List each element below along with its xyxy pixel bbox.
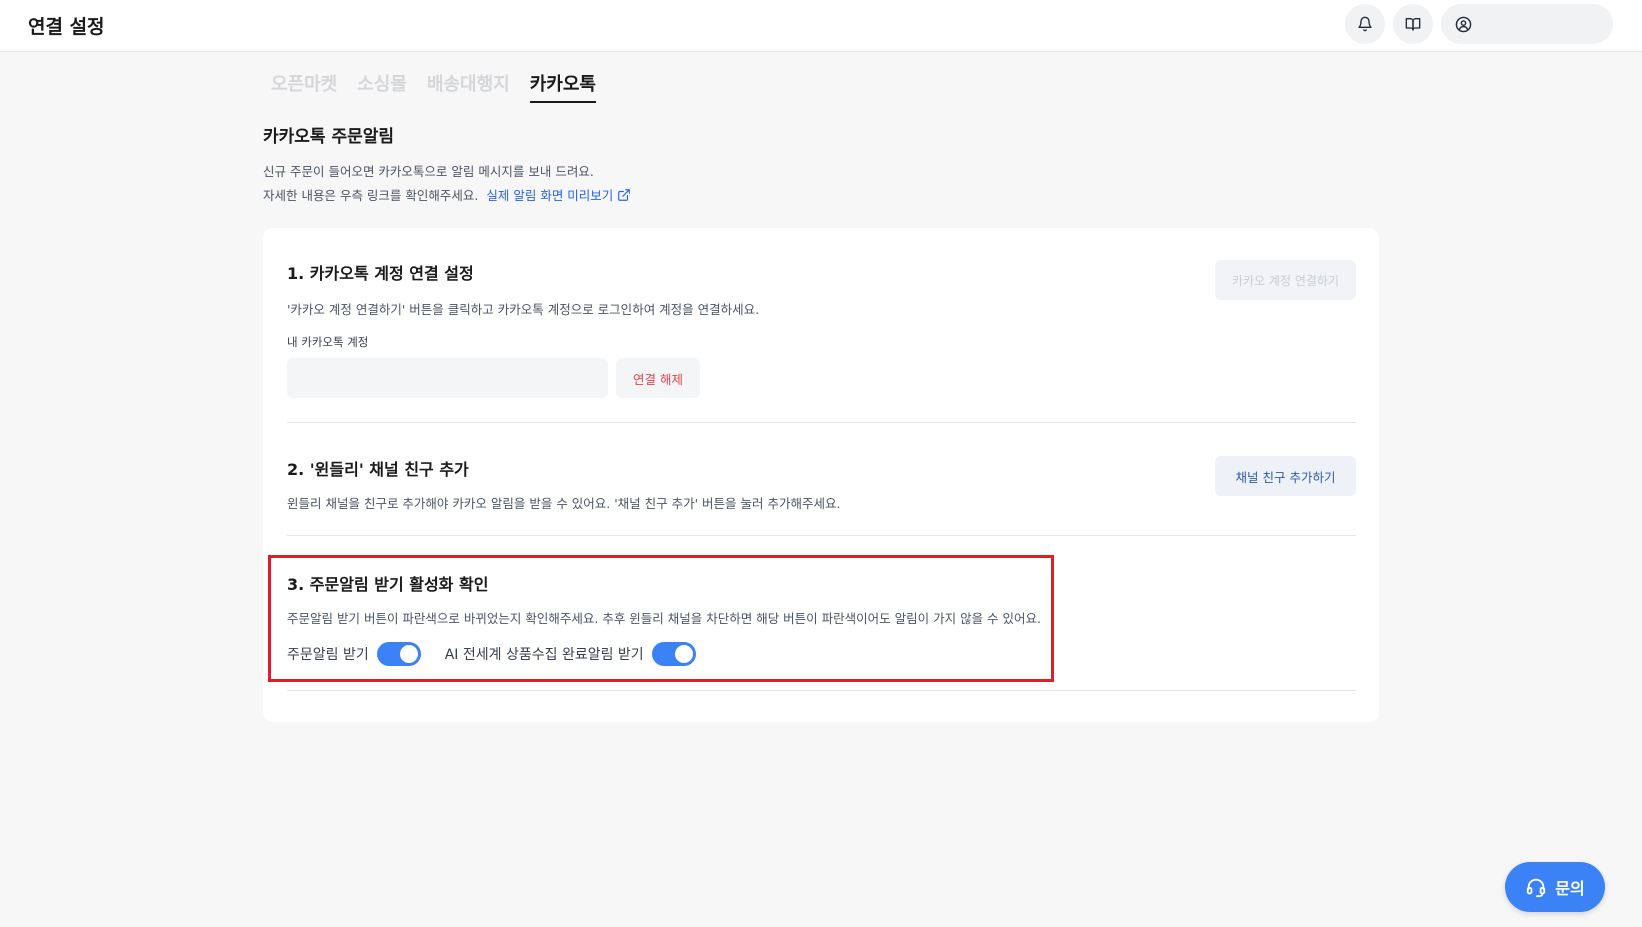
book-icon [1405, 18, 1421, 31]
tab-sourcing-mall[interactable]: 소싱몰 [357, 70, 407, 103]
kakao-account-field[interactable] [287, 358, 608, 398]
add-channel-friend-button[interactable]: 채널 친구 추가하기 [1215, 456, 1356, 496]
preview-link[interactable]: 실제 알림 화면 미리보기 [486, 185, 631, 204]
external-link-icon [618, 188, 631, 201]
settings-tabs: 오픈마켓 소싱몰 배송대행지 카카오톡 [271, 70, 596, 103]
step3-title: 3. 주문알림 받기 활성화 확인 [287, 575, 489, 594]
account-label: 내 카카오톡 계정 [287, 335, 369, 349]
toggle-row: 주문알림 받기 AI 전세계 상품수집 완료알림 받기 [287, 642, 696, 666]
disconnect-button[interactable]: 연결 해제 [616, 358, 700, 398]
ai-collection-alert-label: AI 전세계 상품수집 완료알림 받기 [444, 647, 644, 663]
kakao-connect-button[interactable]: 카카오 계정 연결하기 [1215, 260, 1356, 300]
kakao-settings-card: 1. 카카오톡 계정 연결 설정 '카카오 계정 연결하기' 버튼을 클릭하고 … [263, 228, 1379, 722]
order-alert-toggle[interactable] [376, 642, 421, 666]
preview-link-label: 실제 알림 화면 미리보기 [486, 188, 614, 203]
guide-button[interactable] [1393, 4, 1433, 44]
ai-collection-alert-toggle[interactable] [651, 642, 696, 666]
inquiry-label: 문의 [1555, 879, 1585, 898]
profile-button[interactable] [1441, 4, 1613, 44]
divider [287, 535, 1356, 536]
tab-shipping-agent[interactable]: 배송대행지 [427, 70, 510, 103]
tab-openmarket[interactable]: 오픈마켓 [271, 70, 337, 103]
bell-icon [1358, 16, 1372, 32]
section-description: 신규 주문이 들어오면 카카오톡으로 알림 메시지를 보내 드려요. [263, 164, 594, 179]
tab-kakaotalk[interactable]: 카카오톡 [529, 70, 596, 103]
inquiry-button[interactable]: 문의 [1505, 862, 1605, 912]
user-circle-icon [1455, 16, 1472, 32]
divider [287, 422, 1356, 423]
step1-title: 1. 카카오톡 계정 연결 설정 [287, 264, 474, 283]
toggle-knob [399, 645, 418, 663]
step1-description: '카카오 계정 연결하기' 버튼을 클릭하고 카카오톡 계정으로 로그인하여 계… [287, 302, 760, 317]
step3-description: 주문알림 받기 버튼이 파란색으로 바뀌었는지 확인해주세요. 추후 윈들리 채… [287, 611, 1041, 626]
step2-description: 윈들리 채널을 친구로 추가해야 카카오 알림을 받을 수 있어요. '채널 친… [287, 496, 841, 511]
headset-icon [1527, 878, 1546, 898]
divider [287, 690, 1356, 691]
step2-title: 2. '윈들리' 채널 친구 추가 [287, 460, 469, 479]
toggle-knob [674, 645, 693, 663]
order-alert-label: 주문알림 받기 [287, 647, 369, 663]
section-description-2: 자세한 내용은 우측 링크를 확인해주세요. 실제 알림 화면 미리보기 [263, 185, 631, 204]
notifications-button[interactable] [1345, 4, 1385, 44]
section-description-text: 자세한 내용은 우측 링크를 확인해주세요. [263, 188, 479, 203]
section-title: 카카오톡 주문알림 [263, 127, 395, 147]
top-header: 연결 설정 [0, 0, 1642, 52]
page-title: 연결 설정 [28, 16, 105, 38]
